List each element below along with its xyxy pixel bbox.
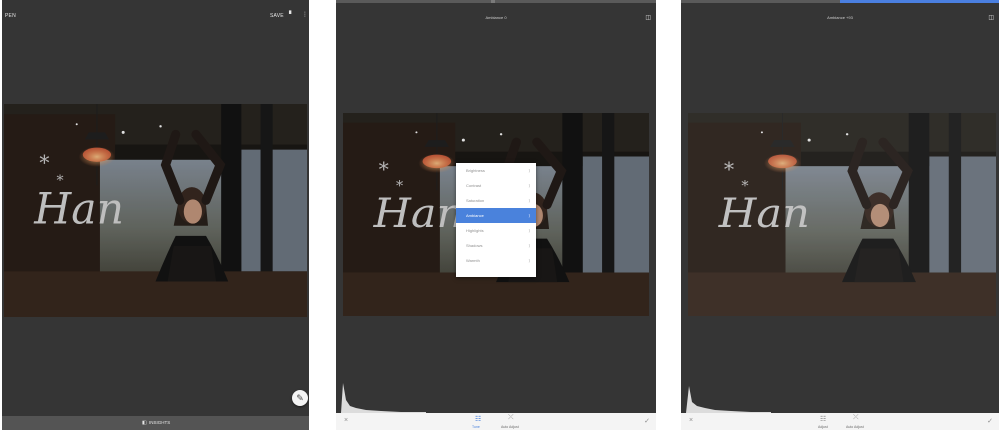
menu-item-contrast[interactable]: Contrast ⟩ — [456, 178, 536, 193]
chevron-icon: ⟩ — [528, 198, 530, 203]
bottom-toolbar: × ☷ Tune ⤫ Auto Adjust ✓ — [336, 413, 656, 430]
screen-ambiance-adjusted: Ambiance +93 ◫ × ☷ Adjust ⤫ Auto Adjust … — [681, 0, 999, 430]
bottom-toolbar: × ☷ Adjust ⤫ Auto Adjust ✓ — [681, 413, 999, 430]
adjust-slider-track[interactable] — [336, 0, 656, 3]
top-bar: PEN SAVE ▘ ⋮ — [2, 0, 309, 30]
tool-auto-adjust-label[interactable]: Auto Adjust — [846, 425, 864, 429]
chevron-icon: ⟩ — [528, 258, 530, 263]
menu-item-saturation[interactable]: Saturation ⟩ — [456, 193, 536, 208]
compare-icon[interactable]: ◫ — [645, 14, 651, 21]
histogram-fill — [681, 386, 771, 413]
check-icon[interactable]: ✓ — [644, 417, 650, 425]
pencil-icon: ✎ — [296, 393, 304, 403]
menu-item-highlights[interactable]: Highlights ⟩ — [456, 223, 536, 238]
edit-fab[interactable]: ✎ — [292, 390, 308, 406]
compare-icon[interactable]: ◫ — [988, 14, 994, 21]
chevron-icon: ⟩ — [528, 228, 530, 233]
adjust-title: Ambiance +93 — [827, 15, 853, 20]
adjust-slider-thumb[interactable] — [491, 0, 495, 3]
menu-item-ambiance[interactable]: Ambiance ⟩ — [456, 208, 536, 223]
save-button[interactable]: SAVE — [270, 13, 284, 19]
chevron-icon: ⟩ — [528, 168, 530, 173]
menu-item-brightness[interactable]: Brightness ⟩ — [456, 163, 536, 178]
histogram — [681, 386, 771, 413]
tune-icon[interactable]: ☷ — [820, 415, 826, 423]
menu-item-shadows[interactable]: Shadows ⟩ — [456, 238, 536, 253]
histogram — [336, 383, 426, 413]
bottom-bar: ◧ INSIGHTS — [2, 416, 309, 430]
chevron-icon: ⟩ — [528, 183, 530, 188]
chevron-icon: ⟩ — [528, 213, 530, 218]
photo-canvas[interactable] — [688, 113, 996, 316]
menu-item-warmth[interactable]: Warmth ⟩ — [456, 253, 536, 268]
layers-icon[interactable]: ▘ — [289, 11, 294, 18]
open-button[interactable]: PEN — [5, 13, 16, 19]
magic-icon[interactable]: ⤫ — [853, 414, 859, 422]
adjust-slider-track[interactable] — [681, 0, 999, 3]
adjust-slider-fill[interactable] — [840, 0, 999, 3]
adjust-menu: Brightness ⟩ Contrast ⟩ Saturation ⟩ Ambian… — [456, 163, 536, 277]
close-icon[interactable]: × — [689, 417, 693, 424]
tool-tune-label[interactable]: Tune — [472, 425, 480, 429]
tool-auto-adjust-label[interactable]: Auto Adjust — [501, 425, 519, 429]
insights-button[interactable]: INSIGHTS — [149, 420, 170, 425]
histogram-fill — [336, 383, 426, 413]
screen-main-editor: PEN SAVE ▘ ⋮ ✎ ◧ INSIGHTS — [2, 0, 309, 430]
tune-icon[interactable]: ☷ — [475, 415, 481, 423]
magic-icon[interactable]: ⤫ — [508, 414, 514, 422]
more-icon[interactable]: ⋮ — [302, 11, 308, 18]
photo-canvas[interactable] — [4, 104, 307, 317]
chevron-icon: ⟩ — [528, 243, 530, 248]
screen-tune-menu: Ambiance 0 ◫ Brightness ⟩ Contrast ⟩ Satur… — [336, 0, 656, 430]
insights-icon: ◧ — [142, 420, 147, 426]
tool-adjust-label[interactable]: Adjust — [818, 425, 828, 429]
check-icon[interactable]: ✓ — [987, 417, 993, 425]
adjust-title: Ambiance 0 — [485, 15, 507, 20]
close-icon[interactable]: × — [344, 417, 348, 424]
